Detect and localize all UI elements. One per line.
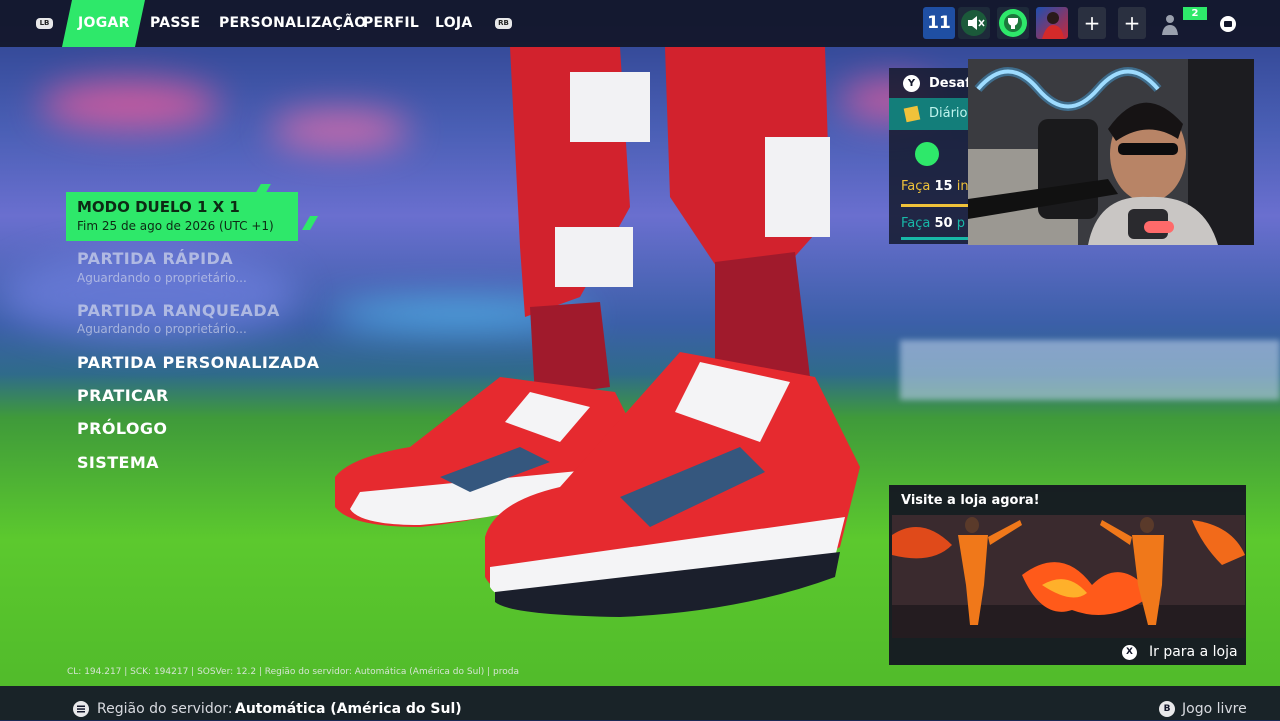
trophy-icon[interactable]	[997, 7, 1029, 39]
version-info: CL: 194.217 | SCK: 194217 | SOSVer: 12.2…	[67, 667, 520, 677]
y-button-icon: Y	[903, 75, 920, 92]
daily-label: Diário	[929, 106, 968, 121]
menu-item-partida-rapida[interactable]: PARTIDA RÁPIDA	[77, 249, 233, 268]
chat-icon[interactable]	[1219, 15, 1237, 37]
tab-passe[interactable]: PASSE	[150, 0, 200, 47]
x-button-icon: X	[1122, 645, 1137, 660]
duel-mode-title: MODO DUELO 1 X 1	[77, 198, 240, 216]
challenge-progress-1	[901, 204, 969, 207]
challenges-title: Desafi	[929, 76, 969, 91]
server-region-label: Região do servidor:	[97, 701, 233, 717]
level-badge: 11	[923, 7, 955, 39]
player-boots-illustration	[335, 47, 860, 617]
lb-button-icon: LB	[36, 18, 53, 29]
plus-icon[interactable]: +	[1118, 7, 1146, 39]
plus-icon[interactable]: +	[1078, 7, 1106, 39]
challenge-orb-icon	[915, 142, 939, 166]
store-promo-card[interactable]: Visite a loja agora! X Ir para a loja	[889, 485, 1246, 665]
server-region-value[interactable]: Automática (América do Sul)	[235, 701, 462, 717]
mute-icon[interactable]	[958, 7, 990, 39]
bottom-bar: Região do servidor: Automática (América …	[0, 686, 1280, 720]
menu-button-icon[interactable]	[73, 701, 89, 721]
store-promo-image	[892, 515, 1245, 638]
tab-perfil[interactable]: PERFIL	[363, 0, 419, 47]
ticket-icon	[903, 105, 921, 123]
daily-tab[interactable]: Diário	[889, 98, 969, 130]
tab-personalizacao[interactable]: PERSONALIZAÇÃO	[219, 0, 366, 47]
menu-item-praticar[interactable]: PRATICAR	[77, 386, 169, 405]
tab-jogar[interactable]: JOGAR	[62, 0, 145, 47]
tab-loja[interactable]: LOJA	[435, 0, 473, 47]
streamer-webcam-image	[968, 59, 1254, 245]
menu-item-status: Aguardando o proprietário...	[77, 322, 247, 336]
top-nav-bar: LB JOGAR PASSE PERSONALIZAÇÃO PERFIL LOJ…	[0, 0, 1280, 47]
b-button-icon: B	[1159, 701, 1175, 717]
game-mode-duel-1v1[interactable]: MODO DUELO 1 X 1 Fim 25 de ago de 2026 (…	[66, 192, 298, 241]
person-icon[interactable]	[1158, 12, 1182, 40]
go-to-store-button[interactable]: Ir para a loja	[1149, 644, 1238, 660]
webcam-overlay	[968, 59, 1254, 245]
challenges-panel[interactable]: Y Desafi Diário Faça 15 in Faça 50 p	[889, 68, 969, 244]
menu-item-partida-personalizada[interactable]: PARTIDA PERSONALIZADA	[77, 353, 319, 372]
avatar-icon[interactable]	[1036, 7, 1068, 39]
challenge-task-2: Faça 50 p	[901, 216, 965, 231]
challenge-progress-2	[901, 237, 969, 240]
menu-item-prologo[interactable]: PRÓLOGO	[77, 419, 167, 438]
store-promo-title: Visite a loja agora!	[901, 493, 1040, 508]
menu-item-partida-ranqueada[interactable]: PARTIDA RANQUEADA	[77, 301, 280, 320]
free-play-button[interactable]: Jogo livre	[1182, 701, 1247, 717]
rb-button-icon: RB	[495, 18, 512, 29]
duel-mode-end-date: Fim 25 de ago de 2026 (UTC +1)	[77, 219, 274, 233]
menu-item-status: Aguardando o proprietário...	[77, 271, 247, 285]
challenge-task-1: Faça 15 in	[901, 179, 969, 194]
menu-item-sistema[interactable]: SISTEMA	[77, 453, 159, 472]
friends-count-badge: 2	[1183, 7, 1207, 20]
